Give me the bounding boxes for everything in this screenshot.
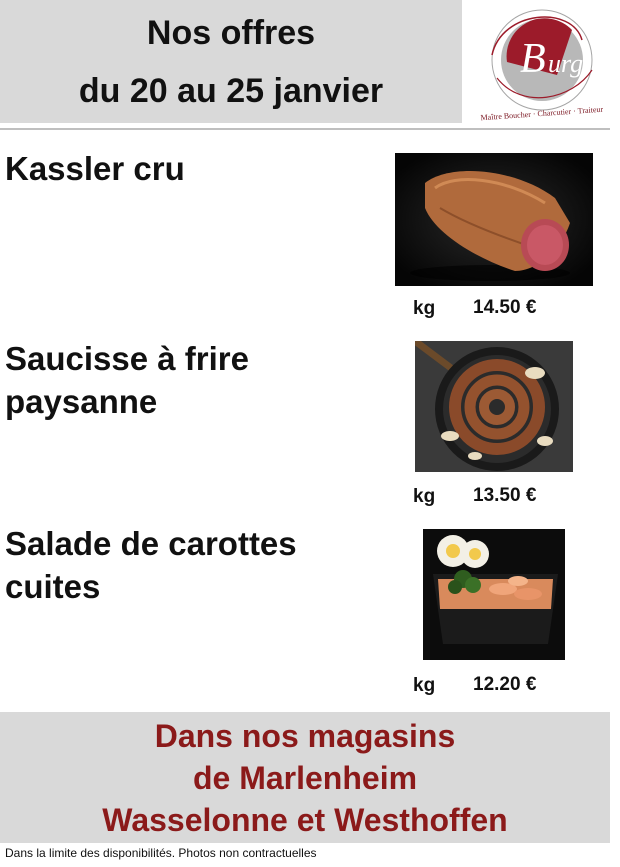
svg-text:Maître Boucher · Charcutier ·: Maître Boucher · Charcutier · Traiteur [480, 105, 604, 123]
product-name-salade: Salade de carottes cuites [5, 522, 385, 608]
stores-banner: Dans nos magasins de Marlenheim Wasselon… [0, 712, 610, 843]
product-name-kassler: Kassler cru [5, 147, 385, 190]
product-name-saucisse: Saucisse à frire paysanne [5, 337, 385, 423]
price-unit: kg [413, 298, 436, 319]
stores-line: de Marlenheim [192, 759, 418, 796]
price-saucisse: 13.50 € [473, 485, 537, 506]
product-photo-kassler [395, 153, 593, 286]
product-name-line: Saucisse à frire [5, 340, 249, 377]
price-unit: kg [413, 486, 436, 507]
butcher-logo: B urg Maître Boucher · Charcutier · Trai… [462, 0, 620, 123]
product-name-line: paysanne [5, 383, 158, 420]
stores-line: Dans nos magasins [154, 717, 456, 754]
disclaimer-note: Dans la limite des disponibilités. Photo… [5, 846, 317, 860]
svg-text:urg: urg [548, 49, 583, 78]
offer-title: Nos offres [146, 13, 316, 52]
offer-dates: du 20 au 25 janvier [78, 71, 384, 110]
header-divider [0, 128, 610, 130]
stores-line: Wasselonne et Westhoffen [102, 801, 508, 838]
product-name-line: Salade de carottes [5, 525, 297, 562]
offer-header: Nos offres du 20 au 25 janvier [0, 0, 462, 123]
product-name-line: Kassler cru [5, 150, 185, 187]
burg-logo-icon: B urg Maître Boucher · Charcutier · Trai… [480, 9, 604, 123]
price-unit: kg [413, 675, 436, 696]
price-salade: 12.20 € [473, 674, 537, 695]
product-photo-salade [423, 529, 565, 660]
svg-text:B: B [520, 36, 546, 82]
product-photo-saucisse [415, 341, 573, 472]
product-name-line: cuites [5, 568, 101, 605]
price-kassler: 14.50 € [473, 297, 537, 318]
